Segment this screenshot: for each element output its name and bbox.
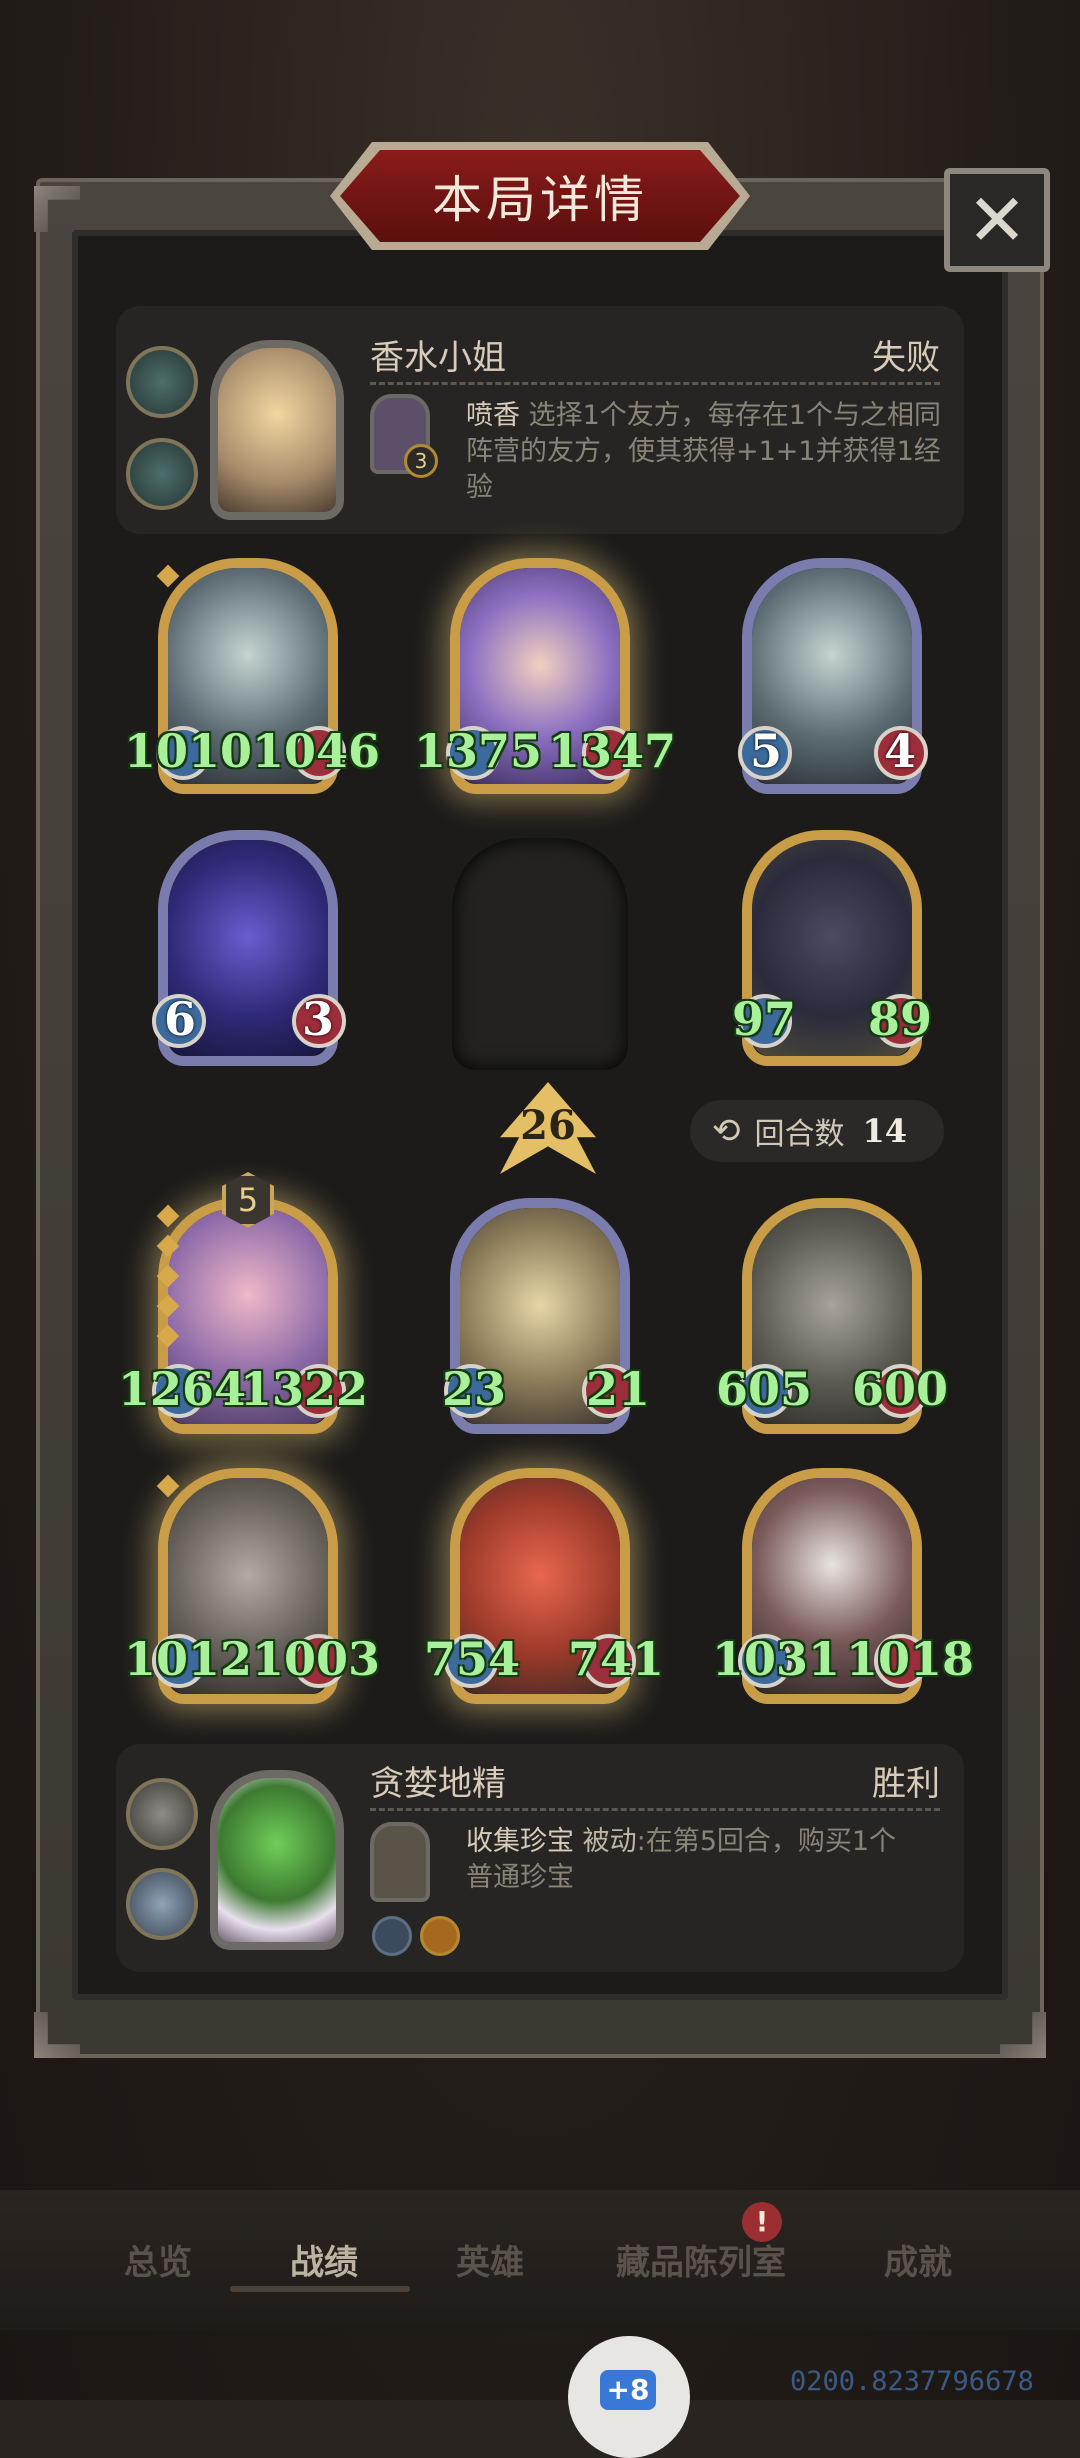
trophy-badge-icon bbox=[126, 1868, 198, 1940]
bird-icon bbox=[420, 1916, 460, 1956]
player-name: 贪婪地精 bbox=[370, 1764, 506, 1804]
round-counter: ⟲ 回合数 14 bbox=[690, 1100, 944, 1162]
fab-label: +8 bbox=[600, 2370, 656, 2410]
unit-health: 4 bbox=[884, 724, 917, 778]
tab-records[interactable]: 战绩 bbox=[290, 2235, 358, 2284]
trophy-badge-icon bbox=[126, 438, 198, 510]
close-button[interactable]: ✕ bbox=[944, 168, 1050, 272]
opponent-name: 香水小姐 bbox=[370, 338, 506, 378]
opponent-ability-text: 喷香 选择1个友方，每存在1个与之相同 阵营的友方，使其获得+1+1并获得1经验 bbox=[466, 398, 946, 506]
trophy-badge-icon bbox=[126, 346, 198, 418]
unit-attack: 1264 bbox=[118, 1362, 247, 1416]
unit-attack: 6 bbox=[164, 992, 197, 1046]
unit-health: 21 bbox=[586, 1362, 651, 1416]
sword-shield-icon bbox=[372, 1916, 412, 1956]
ability-desc-1: 选择1个友方，每存在1个与之相同 bbox=[520, 400, 941, 431]
notification-badge: ! bbox=[742, 2202, 782, 2242]
page-title: 本局详情 bbox=[432, 171, 648, 229]
opponent-hero-portrait[interactable] bbox=[210, 340, 344, 520]
unit-health: 3 bbox=[302, 992, 335, 1046]
ability-desc-2: 阵营的友方，使其获得+1+1并获得1经验 bbox=[466, 436, 941, 503]
unit-attack: 1010 bbox=[124, 724, 253, 778]
unit-health: 1003 bbox=[252, 1632, 381, 1686]
unit-attack: 23 bbox=[442, 1362, 507, 1416]
tab-collection[interactable]: 藏品陈列室 bbox=[616, 2235, 786, 2284]
level-up-value: 26 bbox=[520, 1102, 576, 1149]
opponent-result: 失败 bbox=[872, 338, 940, 378]
unit-attack: 605 bbox=[716, 1362, 813, 1416]
unit-attack: 754 bbox=[424, 1632, 521, 1686]
unit-attack: 97 bbox=[732, 992, 797, 1046]
divider bbox=[370, 1808, 940, 1811]
ability-name: 喷香 bbox=[466, 400, 520, 431]
player-panel: 贪婪地精 胜利 收集珍宝 被动:在第5回合，购买1个 普通珍宝 bbox=[116, 1744, 964, 1972]
opponent-panel: 香水小姐 失败 3 喷香 选择1个友方，每存在1个与之相同 阵营的友方，使其获得… bbox=[116, 306, 964, 534]
unit-health: 1046 bbox=[252, 724, 381, 778]
ability-name: 收集珍宝 bbox=[466, 1826, 574, 1857]
trophy-badge-icon bbox=[126, 1778, 198, 1850]
refresh-icon: ⟲ bbox=[712, 1111, 741, 1151]
unit-health: 1347 bbox=[548, 724, 677, 778]
tab-heroes[interactable]: 英雄 bbox=[456, 2235, 524, 2284]
ability-desc-1: :在第5回合，购买1个 bbox=[636, 1826, 897, 1857]
tab-achievements[interactable]: 成就 bbox=[884, 2235, 952, 2284]
unit-attack: 1031 bbox=[712, 1632, 841, 1686]
unit-health: 1018 bbox=[846, 1632, 975, 1686]
player-result: 胜利 bbox=[872, 1764, 940, 1804]
ability-desc-2: 普通珍宝 bbox=[466, 1862, 574, 1893]
close-icon: ✕ bbox=[966, 178, 1028, 262]
unit-attack: 1012 bbox=[124, 1632, 253, 1686]
player-skill-card[interactable] bbox=[370, 1822, 430, 1902]
divider bbox=[370, 382, 940, 385]
unit-health: 741 bbox=[568, 1632, 665, 1686]
footer-code: 0200.8237796678 bbox=[790, 2366, 1034, 2397]
round-value: 14 bbox=[862, 1112, 908, 1150]
title-banner: 本局详情 bbox=[340, 150, 740, 242]
active-tab-indicator bbox=[230, 2286, 410, 2292]
unit-attack: 5 bbox=[750, 724, 783, 778]
unit-health: 1322 bbox=[240, 1362, 369, 1416]
skill-level-badge: 3 bbox=[404, 444, 438, 478]
player-hero-portrait[interactable] bbox=[210, 1770, 344, 1950]
unit-attack: 1375 bbox=[414, 724, 543, 778]
unit-health: 600 bbox=[852, 1362, 949, 1416]
tab-overview[interactable]: 总览 bbox=[124, 2235, 192, 2284]
empty-unit-slot[interactable] bbox=[452, 838, 628, 1070]
ability-tag: 被动 bbox=[574, 1826, 637, 1857]
unit-health: 89 bbox=[868, 992, 933, 1046]
round-label: 回合数 bbox=[754, 1117, 845, 1152]
player-ability-text: 收集珍宝 被动:在第5回合，购买1个 普通珍宝 bbox=[466, 1824, 946, 1896]
